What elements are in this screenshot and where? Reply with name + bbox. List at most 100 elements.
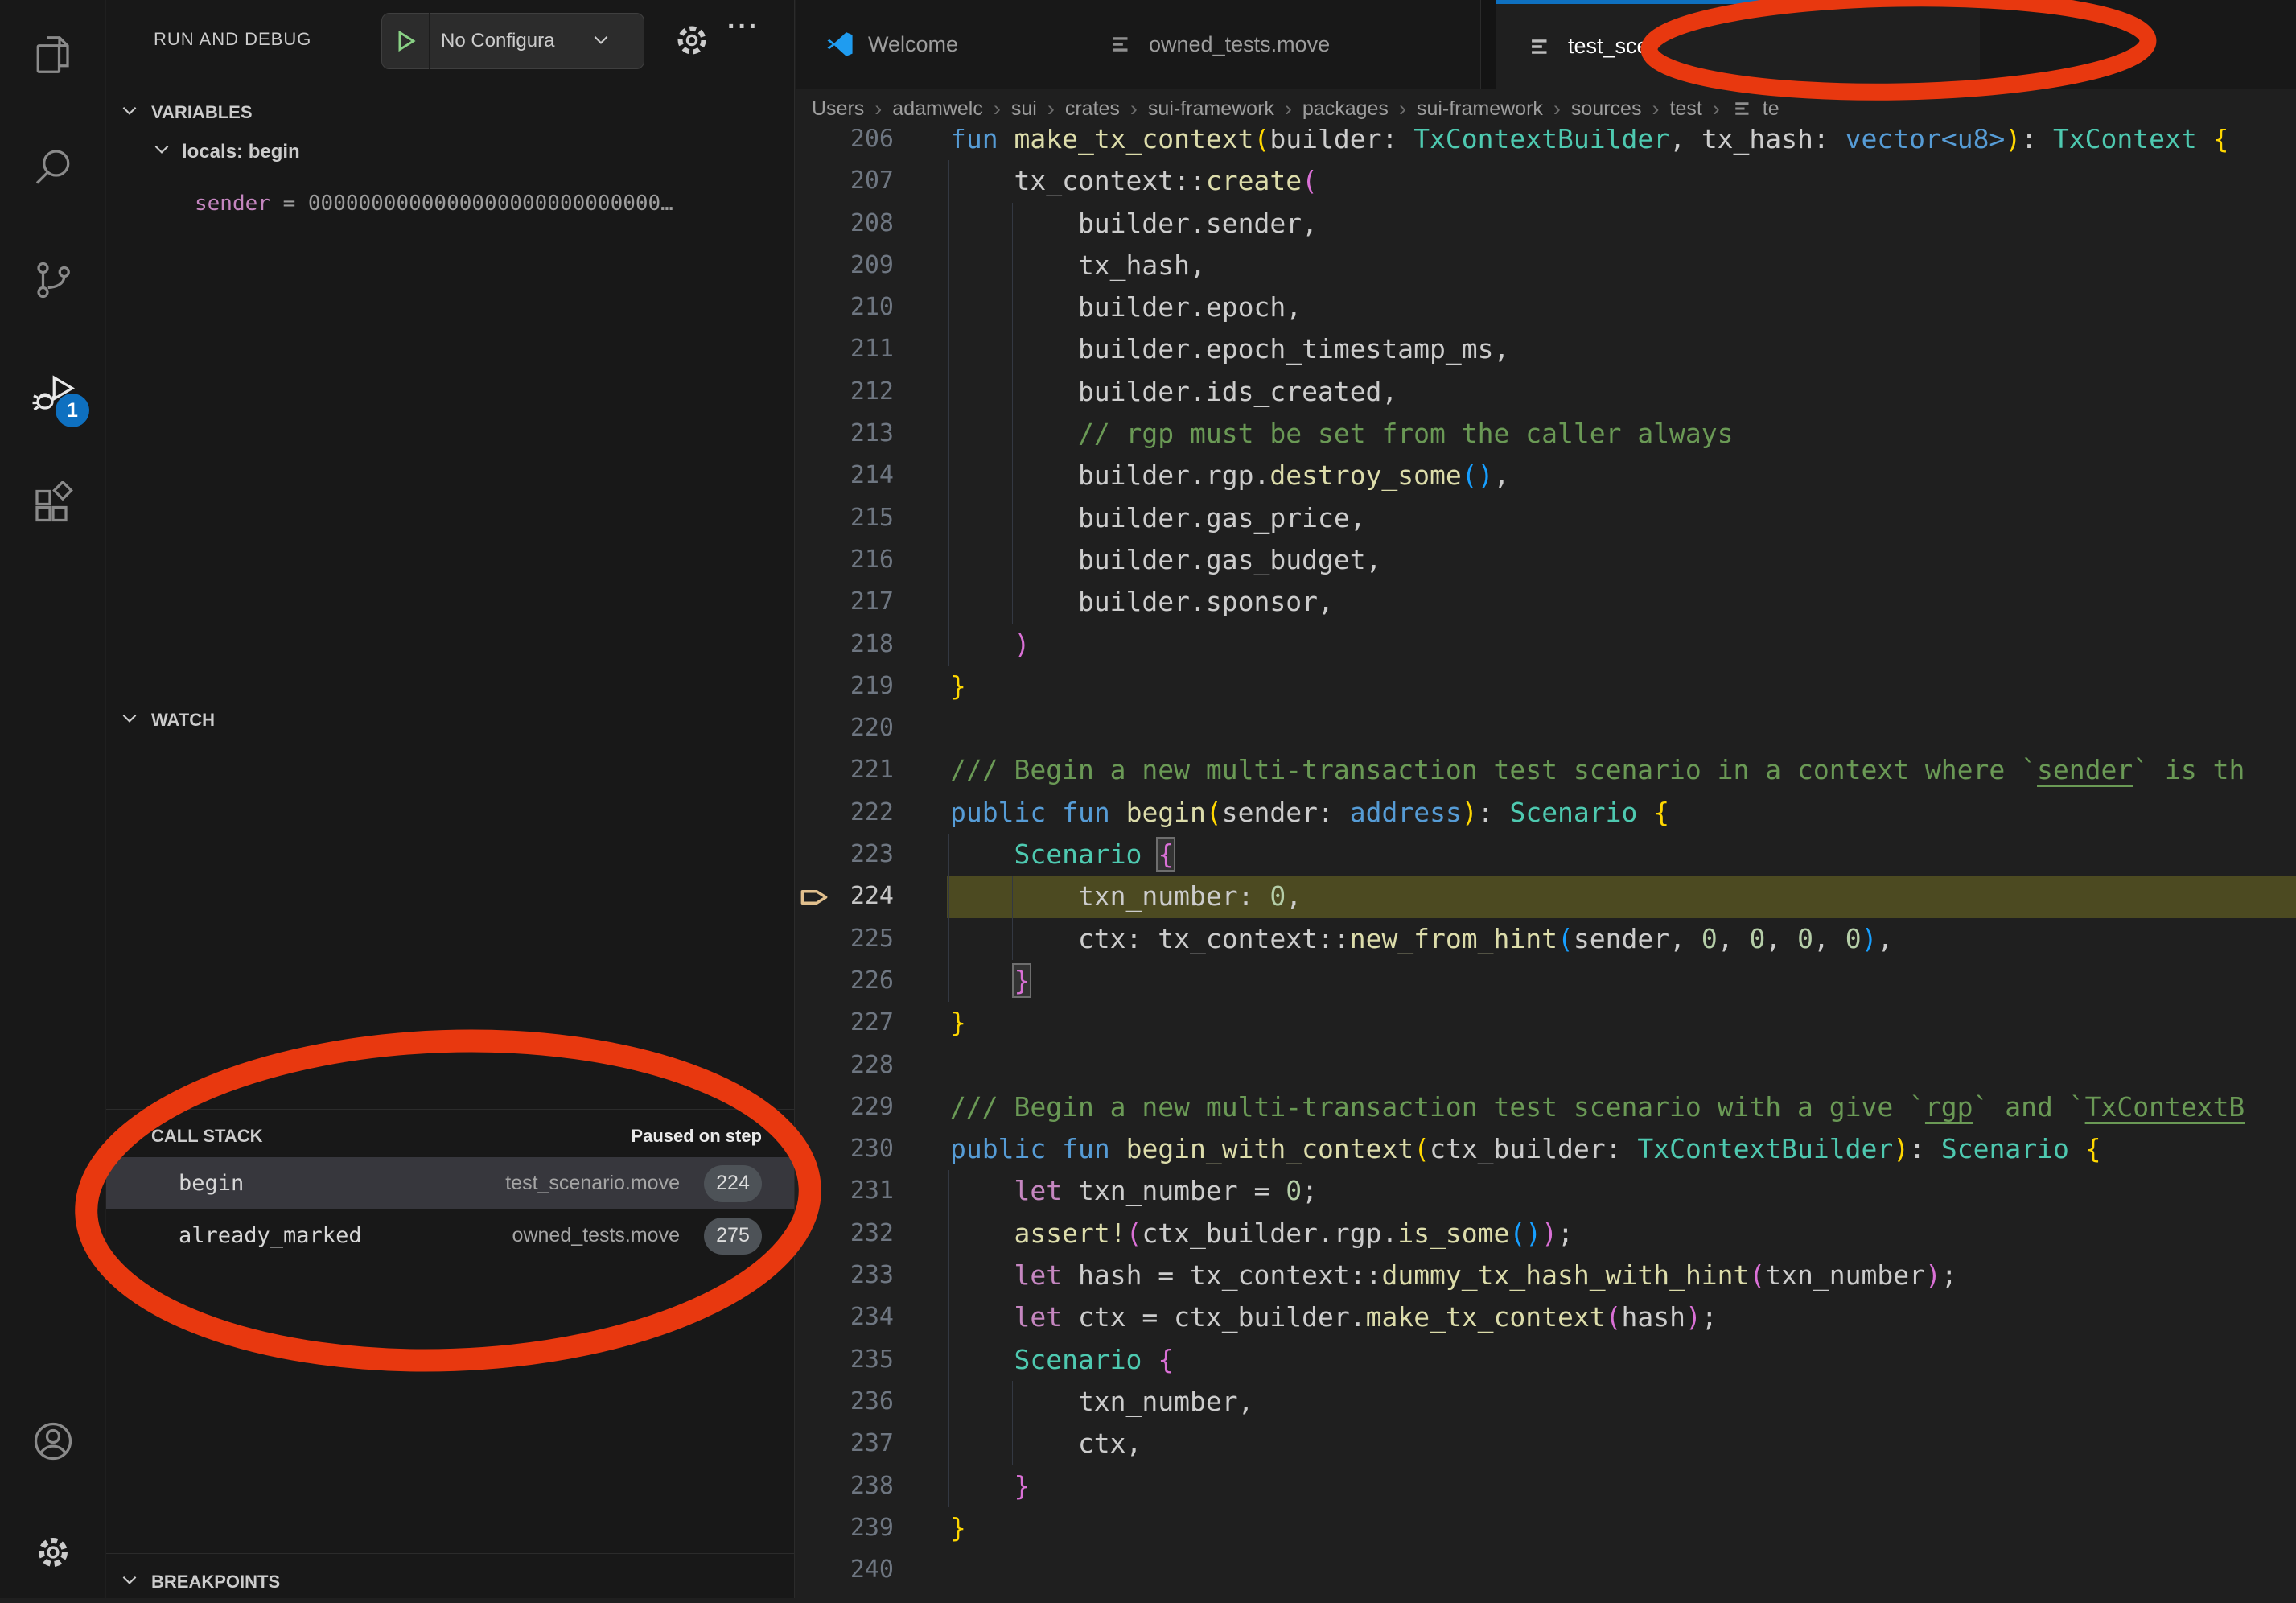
extensions-icon[interactable] [27, 479, 80, 532]
indent-guide [948, 1170, 949, 1212]
tab-owned-tests[interactable]: owned_tests.move [1076, 0, 1481, 89]
chevron-down-icon [119, 707, 140, 733]
code-line[interactable]: 233 let hash = tx_context::dummy_tx_hash… [796, 1255, 2296, 1296]
breadcrumb-item[interactable]: packages [1302, 97, 1389, 121]
variables-scope-row[interactable]: locals: begin [151, 138, 300, 165]
breadcrumb-separator: › [1652, 97, 1659, 122]
indent-guide [948, 203, 949, 245]
call-stack-frame[interactable]: begintest_scenario.move224 [106, 1157, 794, 1209]
code-line[interactable]: 217 builder.sponsor, [796, 581, 2296, 623]
code-line[interactable]: 211 builder.epoch_timestamp_ms, [796, 328, 2296, 370]
line-number: 223 [796, 834, 894, 876]
tab-welcome[interactable]: Welcome [796, 0, 1076, 89]
line-number: 218 [796, 624, 894, 666]
call-stack-section-header[interactable]: CALL STACK Paused on step [106, 1115, 794, 1157]
code-line[interactable]: 206fun make_tx_context(builder: TxContex… [796, 129, 2296, 160]
code-line[interactable]: 238 } [796, 1465, 2296, 1507]
breadcrumb-item[interactable]: sources [1571, 97, 1642, 121]
breadcrumb-item[interactable]: adamwelc [892, 97, 983, 121]
chevron-down-icon [151, 138, 172, 165]
code-line[interactable]: 226 } [796, 960, 2296, 1002]
indent-guide [1012, 286, 1013, 328]
code-line[interactable]: 214 builder.rgp.destroy_some(), [796, 455, 2296, 497]
code-line[interactable]: 240 [796, 1549, 2296, 1591]
indent-guide [1012, 371, 1013, 413]
code-line[interactable]: 219} [796, 666, 2296, 707]
code-line[interactable]: 234 let ctx = ctx_builder.make_tx_contex… [796, 1296, 2296, 1338]
code-line[interactable]: 228 [796, 1045, 2296, 1086]
code-line[interactable]: 236 txn_number, [796, 1381, 2296, 1423]
breadcrumb-item[interactable]: Users [812, 97, 864, 121]
code-line[interactable]: 212 builder.ids_created, [796, 371, 2296, 413]
code-line[interactable]: 231 let txn_number = 0; [796, 1170, 2296, 1212]
breadcrumb-item[interactable]: test [1669, 97, 1701, 121]
code-line[interactable]: 223 Scenario { [796, 834, 2296, 876]
more-actions-icon[interactable]: ··· [727, 11, 759, 43]
code-line[interactable]: 224 txn_number: 0, [796, 876, 2296, 917]
search-icon[interactable] [27, 141, 80, 194]
line-number: 226 [796, 960, 894, 1002]
start-debugging-button[interactable] [382, 27, 429, 55]
code-line[interactable]: 232 assert!(ctx_builder.rgp.is_some()); [796, 1213, 2296, 1255]
code-line[interactable]: 239} [796, 1507, 2296, 1549]
code-line[interactable]: 221/// Begin a new multi-transaction tes… [796, 749, 2296, 791]
move-file-icon [1526, 33, 1553, 60]
indent-guide [948, 455, 949, 497]
code-line[interactable]: 237 ctx, [796, 1423, 2296, 1465]
code-line[interactable]: 230public fun begin_with_context(ctx_bui… [796, 1128, 2296, 1170]
variables-section-header[interactable]: VARIABLES [106, 92, 794, 134]
line-number: 210 [796, 286, 894, 328]
code-line[interactable]: 220 [796, 707, 2296, 749]
code-line[interactable]: 229/// Begin a new multi-transaction tes… [796, 1086, 2296, 1128]
indent-guide [948, 1213, 949, 1255]
indent-guide [1012, 1381, 1013, 1423]
code-line[interactable]: 225 ctx: tx_context::new_from_hint(sende… [796, 918, 2296, 960]
code-line[interactable]: 216 builder.gas_budget, [796, 539, 2296, 581]
code-line[interactable]: 215 builder.gas_price, [796, 497, 2296, 539]
breadcrumb-item[interactable]: te [1730, 97, 1780, 121]
breadcrumb-item[interactable]: sui-framework [1417, 97, 1543, 121]
code-line[interactable]: 213 // rgp must be set from the caller a… [796, 413, 2296, 455]
tab-gap [1481, 0, 1496, 89]
code-line[interactable]: 218 ) [796, 624, 2296, 666]
breadcrumb-separator: › [1130, 97, 1138, 122]
config-select-value[interactable]: No Configura [430, 30, 590, 52]
indent-guide [948, 834, 949, 876]
indent-guide [948, 918, 949, 960]
breadcrumb-separator: › [1285, 97, 1292, 122]
breadcrumb-item[interactable]: sui-framework [1148, 97, 1274, 121]
code-line[interactable]: 209 tx_hash, [796, 245, 2296, 286]
source-control-icon[interactable] [27, 253, 80, 307]
chevron-down-icon [119, 1569, 140, 1595]
variable-row[interactable]: sender = 0000000000000000000000000000… [195, 192, 782, 216]
explorer-icon[interactable] [27, 28, 80, 81]
code-line[interactable]: 235 Scenario { [796, 1339, 2296, 1381]
indent-guide [1012, 876, 1013, 917]
indent-guide [948, 328, 949, 370]
code-line[interactable]: 208 builder.sender, [796, 203, 2296, 245]
run-and-debug-icon[interactable]: 1 [27, 366, 80, 419]
frame-line-badge: 275 [704, 1218, 762, 1255]
code-line[interactable]: 241/// Creates and shares system objects… [796, 1591, 2296, 1598]
breadcrumb-separator: › [874, 97, 882, 122]
indent-guide [948, 1423, 949, 1465]
code-line[interactable]: 207 tx_context::create( [796, 160, 2296, 202]
breadcrumb-item[interactable]: crates [1065, 97, 1120, 121]
code-editor[interactable]: 206fun make_tx_context(builder: TxContex… [796, 129, 2296, 1598]
tab-test-scenario[interactable]: test_sce [1496, 0, 1980, 89]
code-line[interactable]: 210 builder.epoch, [796, 286, 2296, 328]
code-line[interactable]: 222public fun begin(sender: address): Sc… [796, 792, 2296, 834]
line-number: 237 [796, 1423, 894, 1465]
indent-guide [948, 1381, 949, 1423]
line-number: 217 [796, 581, 894, 623]
watch-section-header[interactable]: WATCH [106, 699, 794, 741]
account-icon[interactable] [27, 1415, 80, 1468]
settings-gear-icon[interactable] [27, 1526, 80, 1579]
debug-gear-icon[interactable] [669, 18, 714, 67]
debug-config-picker[interactable]: No Configura [381, 13, 644, 69]
breakpoints-section-header[interactable]: BREAKPOINTS [106, 1561, 794, 1603]
call-stack-frame[interactable]: already_markedowned_tests.move275 [106, 1209, 794, 1262]
line-number: 234 [796, 1296, 894, 1338]
code-line[interactable]: 227} [796, 1002, 2296, 1044]
breadcrumb-item[interactable]: sui [1011, 97, 1037, 121]
